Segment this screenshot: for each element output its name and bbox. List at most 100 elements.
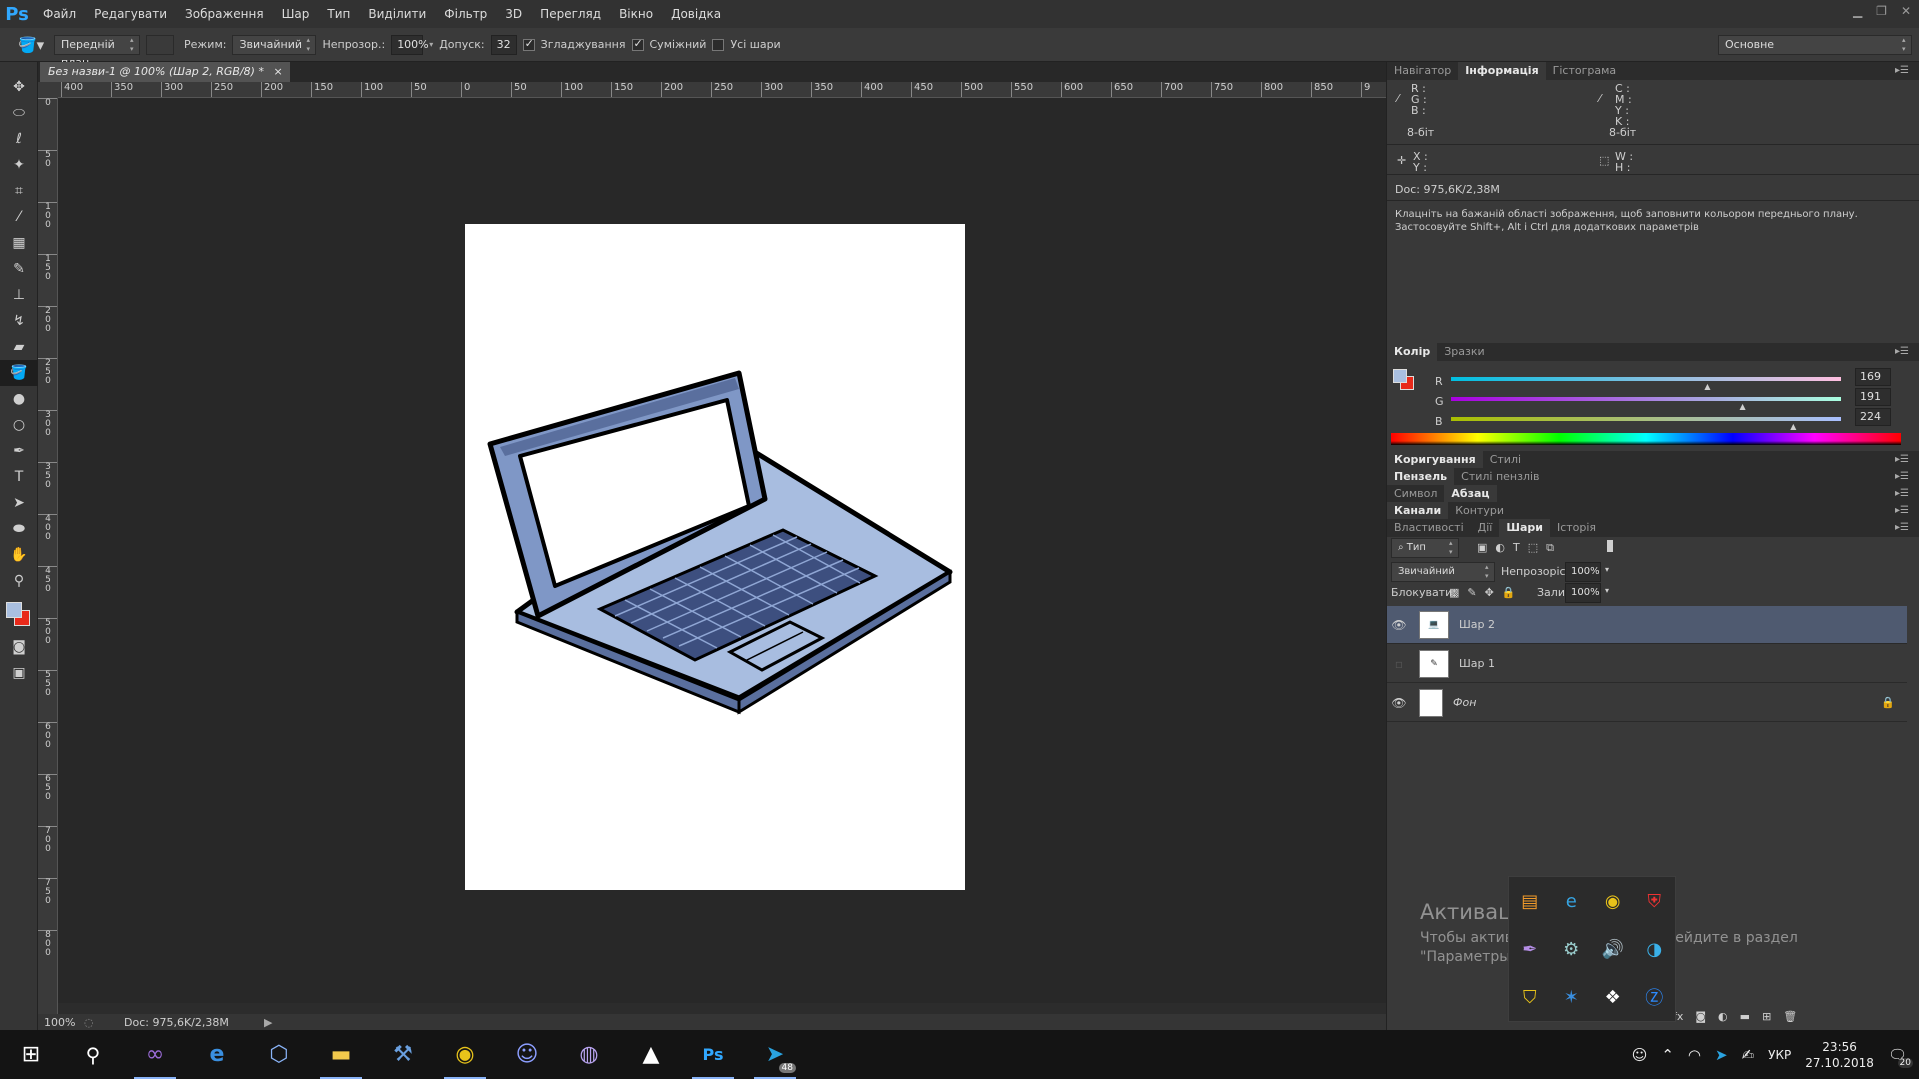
type-tool-icon[interactable]: T bbox=[0, 464, 38, 490]
tray-shield-icon[interactable]: ⛉ bbox=[1523, 987, 1537, 1008]
channel-r-value[interactable]: 169 bbox=[1855, 368, 1891, 386]
tolerance-input[interactable]: 32 bbox=[490, 34, 517, 55]
lasso-tool-icon[interactable]: ℓ bbox=[0, 126, 38, 152]
menu-item-6[interactable]: Фільтр bbox=[435, 0, 496, 28]
tab-paragraph[interactable]: Абзац bbox=[1444, 485, 1497, 503]
menu-item-1[interactable]: Редагувати bbox=[85, 0, 176, 28]
pen-workspace-icon[interactable]: ✍ bbox=[1742, 1046, 1755, 1064]
tray-security-icon[interactable]: ⛨ bbox=[1648, 891, 1662, 912]
tab-history[interactable]: Історія bbox=[1550, 519, 1603, 537]
pen-tool-icon[interactable]: ✒ bbox=[0, 438, 38, 464]
layer-row[interactable]: ▫ ✎ Шар 1 bbox=[1387, 645, 1907, 683]
discord-icon[interactable]: ☺ bbox=[496, 1030, 558, 1079]
menu-item-9[interactable]: Вікно bbox=[610, 0, 662, 28]
menu-item-4[interactable]: Тип bbox=[318, 0, 359, 28]
mode-dropdown[interactable]: Звичайний bbox=[232, 34, 317, 55]
panel-menu-icon[interactable]: ▸☰ bbox=[1888, 502, 1916, 520]
horizontal-scrollbar[interactable] bbox=[58, 1003, 1386, 1014]
horizontal-ruler[interactable]: 400 350 300 250 200 150 100 50 0 50 100 150 200 250 30… bbox=[58, 82, 1386, 98]
antialias-checkbox[interactable] bbox=[522, 37, 535, 51]
clone-stamp-tool-icon[interactable]: ⊥ bbox=[0, 282, 38, 308]
menu-item-2[interactable]: Зображення bbox=[176, 0, 273, 28]
add-mask-icon[interactable]: ◙ bbox=[1695, 1010, 1706, 1023]
layer-row[interactable]: 👁 Фон 🔒 bbox=[1387, 684, 1907, 722]
screen-mode-icon[interactable]: ▣ bbox=[0, 660, 38, 686]
fill-chevron-icon[interactable]: ▾ bbox=[1605, 586, 1609, 595]
close-icon[interactable]: ✕ bbox=[1901, 4, 1911, 18]
panel-menu-icon[interactable]: ▸☰ bbox=[1888, 451, 1916, 469]
paint-bucket-tool-icon[interactable]: 🪣 bbox=[0, 360, 38, 386]
menu-item-0[interactable]: Файл bbox=[34, 0, 85, 28]
channel-b-value[interactable]: 224 bbox=[1855, 408, 1891, 426]
delete-layer-icon[interactable]: 🗑 bbox=[1783, 1010, 1797, 1023]
tray-dropbox-icon[interactable]: ❖ bbox=[1605, 987, 1621, 1008]
zoom-tool-icon[interactable]: ⚲ bbox=[0, 568, 38, 594]
toolbar-grip[interactable] bbox=[0, 62, 37, 74]
tray-sync-icon[interactable]: ◑ bbox=[1646, 939, 1662, 960]
adjustment-layer-icon[interactable]: ◐ bbox=[1718, 1010, 1728, 1023]
tab-channels[interactable]: Канали bbox=[1387, 502, 1449, 520]
people-icon[interactable]: ☺ bbox=[1632, 1046, 1648, 1064]
tab-color[interactable]: Колір bbox=[1387, 343, 1438, 361]
menu-item-10[interactable]: Довідка bbox=[662, 0, 730, 28]
visibility-eye-icon[interactable]: 👁 bbox=[1387, 696, 1411, 710]
fill-input[interactable]: 100% bbox=[1565, 583, 1601, 603]
channel-b-slider[interactable] bbox=[1451, 417, 1841, 421]
paint-bucket-tool-preset-icon[interactable]: 🪣▾ bbox=[18, 36, 48, 54]
photoshop-icon[interactable]: Ps bbox=[682, 1030, 744, 1079]
lock-all-icon[interactable]: 🔒 bbox=[1502, 586, 1516, 599]
all-layers-checkbox[interactable] bbox=[712, 38, 725, 51]
magic-wand-tool-icon[interactable]: ✦ bbox=[0, 152, 38, 178]
color-fg-swatch[interactable] bbox=[1393, 369, 1407, 383]
restore-icon[interactable]: ❐ bbox=[1876, 4, 1887, 18]
tray-zoom-icon[interactable]: Ⓩ bbox=[1645, 984, 1663, 1010]
filter-toggle-icon[interactable] bbox=[1607, 540, 1613, 552]
healing-brush-tool-icon[interactable]: ▦ bbox=[0, 230, 38, 256]
channel-g-thumb[interactable]: ▲ bbox=[1740, 402, 1746, 411]
blend-mode-dropdown[interactable]: Звичайний bbox=[1391, 562, 1495, 582]
document-tab[interactable]: Без назви-1 @ 100% (Шар 2, RGB/8) * × bbox=[40, 62, 290, 82]
tab-layers[interactable]: Шари bbox=[1499, 519, 1550, 537]
quick-mask-icon[interactable]: ◙ bbox=[0, 634, 38, 660]
panel-menu-icon[interactable]: ▸☰ bbox=[1888, 343, 1916, 361]
panel-menu-icon[interactable]: ▸☰ bbox=[1888, 62, 1916, 80]
vertical-ruler[interactable]: 0 5 0 1 0 0 1 5 0 2 0 0 2 5 0 3 0 0 3 5 0 4 0 0 4… bbox=[38, 98, 58, 1016]
tab-brush[interactable]: Пензель bbox=[1387, 468, 1455, 486]
minimize-icon[interactable]: ▁ bbox=[1853, 4, 1862, 18]
contiguous-checkbox[interactable] bbox=[631, 37, 644, 51]
lock-transparency-icon[interactable]: ▩ bbox=[1449, 586, 1459, 599]
crop-tool-icon[interactable]: ⌗ bbox=[0, 178, 38, 204]
clock[interactable]: 23:56 27.10.2018 bbox=[1805, 1039, 1874, 1071]
github-icon[interactable]: ◍ bbox=[558, 1030, 620, 1079]
tools-icon[interactable]: ⚒ bbox=[372, 1030, 434, 1079]
filter-pixel-icon[interactable]: ▣ bbox=[1477, 541, 1487, 555]
layer-row[interactable]: 👁 💻 Шар 2 bbox=[1387, 606, 1907, 644]
lock-pixels-icon[interactable]: ✎ bbox=[1467, 586, 1476, 599]
path-selection-tool-icon[interactable]: ➤ bbox=[0, 490, 38, 516]
tray-network-app-icon[interactable]: ✶ bbox=[1564, 987, 1579, 1008]
notifications-icon[interactable]: 🗨 20 bbox=[1888, 1046, 1913, 1068]
filter-type-icon[interactable]: T bbox=[1513, 541, 1520, 555]
workspace-dropdown[interactable]: Основне bbox=[1718, 34, 1912, 55]
show-hidden-icons-chevron-icon[interactable]: ⌃ bbox=[1661, 1046, 1674, 1064]
wifi-icon[interactable]: ◠ bbox=[1688, 1046, 1701, 1064]
opacity-input[interactable]: 100% bbox=[391, 34, 429, 55]
tab-properties[interactable]: Властивості bbox=[1387, 519, 1471, 537]
tray-app-icon[interactable]: ▤ bbox=[1521, 891, 1538, 912]
hand-tool-icon[interactable]: ✋ bbox=[0, 542, 38, 568]
lock-position-icon[interactable]: ✥ bbox=[1485, 586, 1494, 599]
menu-item-7[interactable]: 3D bbox=[496, 0, 531, 28]
photos-icon[interactable]: ▲ bbox=[620, 1030, 682, 1079]
channel-r-thumb[interactable]: ▲ bbox=[1704, 382, 1710, 391]
tray-chrome-icon[interactable]: ◉ bbox=[1605, 891, 1621, 912]
channel-g-slider[interactable] bbox=[1451, 397, 1841, 401]
visual-studio-icon[interactable]: ∞ bbox=[124, 1030, 186, 1079]
marquee-tool-icon[interactable]: ⬭ bbox=[0, 100, 38, 126]
eyedropper-tool-icon[interactable]: ⁄ bbox=[0, 204, 38, 230]
search-icon[interactable]: ⚲ bbox=[62, 1030, 124, 1079]
filter-smart-object-icon[interactable]: ⧉ bbox=[1546, 541, 1554, 555]
layer-opacity-input[interactable]: 100% bbox=[1565, 562, 1601, 582]
zoom-level[interactable]: 100% bbox=[44, 1016, 84, 1029]
menu-item-5[interactable]: Виділити bbox=[359, 0, 435, 28]
visibility-toggle-empty[interactable]: ▫ bbox=[1387, 657, 1411, 671]
